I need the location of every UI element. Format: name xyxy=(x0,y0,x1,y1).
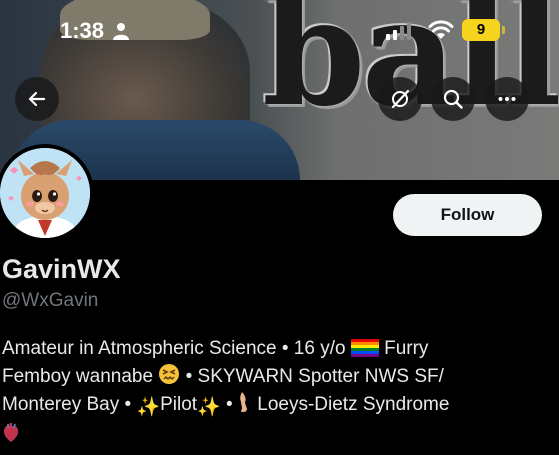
bio-line-1: Amateur in Atmospheric Science • 16 y/o … xyxy=(2,335,542,363)
grok-button[interactable] xyxy=(378,77,422,121)
profile-bio: Amateur in Atmospheric Science • 16 y/o … xyxy=(2,335,542,450)
arrow-left-icon xyxy=(28,91,46,107)
rainbow-flag-icon xyxy=(350,339,379,357)
bio-text: Furry xyxy=(384,338,429,359)
bio-text: Monterey Bay • xyxy=(2,394,132,415)
bio-text: Amateur in Atmospheric Science • 16 y/o xyxy=(2,338,346,359)
bio-text: Femboy wannabe xyxy=(2,366,154,387)
bio-line-2: Femboy wannabe • SKYWARN Spotter NWS SF/ xyxy=(2,363,542,391)
furry-character-avatar xyxy=(0,148,90,238)
status-time: 1:38 xyxy=(60,18,105,43)
bio-line-4 xyxy=(2,422,542,450)
wifi-icon xyxy=(428,20,454,39)
display-name: GavinWX xyxy=(2,254,121,284)
battery-tip xyxy=(502,26,505,34)
user-handle: @WxGavin xyxy=(2,290,99,311)
search-icon xyxy=(443,89,463,109)
search-button[interactable] xyxy=(431,77,475,121)
bio-line-3: Monterey Bay • ✨Pilot✨ • Loeys-Dietz Syn… xyxy=(2,391,542,422)
follow-button[interactable]: Follow xyxy=(393,194,542,236)
back-button[interactable] xyxy=(15,77,59,121)
bio-text: Pilot xyxy=(160,394,198,415)
bio-text: • xyxy=(226,394,233,415)
battery-indicator: 9 xyxy=(462,19,500,41)
status-bar: 1:38 9 xyxy=(0,0,559,60)
more-horizontal-icon xyxy=(498,97,516,101)
anatomical-heart-icon xyxy=(3,423,19,442)
cellular-signal-icon xyxy=(386,22,411,40)
sparkles-icon: ✨ xyxy=(197,397,221,418)
bio-text: Loeys-Dietz Syndrome xyxy=(257,394,450,415)
avatar[interactable] xyxy=(0,144,94,242)
grok-icon xyxy=(391,89,410,109)
more-button[interactable] xyxy=(485,77,529,121)
leg-icon xyxy=(240,392,247,412)
person-icon xyxy=(113,23,129,40)
confounded-face-icon xyxy=(159,364,180,384)
bio-text: • SKYWARN Spotter NWS SF/ xyxy=(185,366,444,387)
avatar-image xyxy=(0,148,90,238)
sparkles-icon: ✨ xyxy=(136,397,161,418)
